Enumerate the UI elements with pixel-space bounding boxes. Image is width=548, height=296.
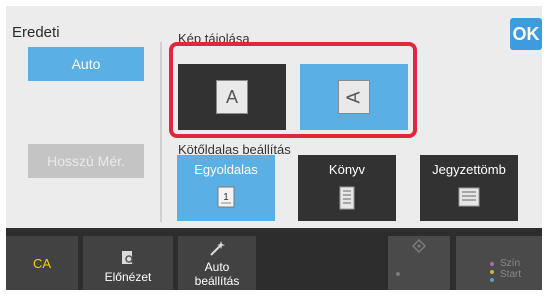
auto-settings-label: Auto beállítás: [194, 260, 240, 288]
ok-button[interactable]: OK: [510, 18, 542, 50]
tablet-icon: [458, 187, 480, 207]
panel-title: Eredeti: [12, 24, 60, 41]
orientation-landscape-button[interactable]: A: [300, 64, 408, 130]
bw-start-button[interactable]: [388, 236, 450, 290]
ca-button[interactable]: CA: [6, 236, 78, 290]
portrait-glyph: A: [225, 86, 238, 107]
landscape-glyph-icon: A: [338, 80, 370, 114]
magic-wand-icon: [210, 241, 225, 256]
divider: [160, 42, 162, 222]
color-start-label: Szín Start: [500, 258, 522, 280]
bottom-bar: CA Előnézet Auto beállítás Szín Start: [6, 236, 542, 290]
auto-button[interactable]: Auto: [28, 47, 144, 81]
auto-settings-button[interactable]: Auto beállítás: [178, 236, 256, 290]
color-dots-icon: [490, 262, 494, 282]
book-icon: [339, 186, 355, 210]
color-start-button[interactable]: Szín Start: [456, 236, 542, 290]
preview-label: Előnézet: [104, 270, 152, 284]
binding-book-label: Könyv: [328, 162, 366, 177]
portrait-glyph-icon: A: [216, 80, 248, 114]
single-sided-icon: 1: [217, 186, 235, 208]
svg-text:1: 1: [223, 192, 229, 203]
orientation-portrait-button[interactable]: A: [178, 64, 286, 130]
binding-single-sided-button[interactable]: Egyoldalas 1: [177, 155, 275, 221]
original-settings-panel: Eredeti OK Auto Hosszú Mér. Kép tájolása…: [6, 6, 542, 228]
binding-tablet-label: Jegyzettömb: [432, 162, 506, 177]
preview-icon: [122, 251, 135, 265]
binding-single-sided-label: Egyoldalas: [194, 162, 258, 177]
start-icon: [396, 238, 427, 276]
copier-screen: Eredeti OK Auto Hosszú Mér. Kép tájolása…: [6, 6, 542, 290]
landscape-glyph: A: [343, 90, 364, 104]
binding-tablet-button[interactable]: Jegyzettömb: [420, 155, 518, 221]
preview-button[interactable]: Előnézet: [83, 236, 173, 290]
binding-book-button[interactable]: Könyv: [298, 155, 396, 221]
ca-label: CA: [32, 255, 52, 271]
long-size-button[interactable]: Hosszú Mér.: [28, 144, 144, 178]
